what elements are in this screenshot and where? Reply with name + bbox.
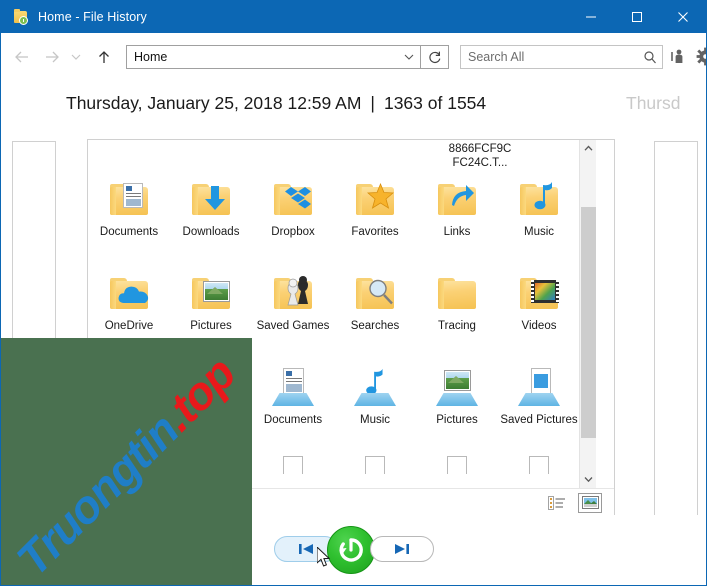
clipped-file-icon [529, 456, 549, 474]
folder-plain-icon [433, 270, 481, 316]
toolbar-icons [663, 43, 706, 71]
folder-onedrive-icon [105, 270, 153, 316]
list-item[interactable]: Favorites [334, 170, 416, 264]
clipped-file-icon [365, 456, 385, 474]
minimize-icon[interactable] [568, 1, 614, 33]
list-item[interactable]: Downloads [170, 170, 252, 264]
item-label: Saved Pictures [500, 414, 578, 426]
help-person-icon[interactable] [663, 43, 691, 71]
folder-favorites-icon [351, 176, 399, 222]
clipped-file-icon [283, 456, 303, 474]
folder-music-icon [515, 176, 563, 222]
folder-downloads-icon [187, 176, 235, 222]
folder-videos-icon [515, 270, 563, 316]
item-label: Downloads [182, 226, 240, 238]
item-label: Documents [99, 226, 159, 238]
list-item[interactable]: Dropbox [252, 170, 334, 264]
list-item[interactable]: Links [416, 170, 498, 264]
list-item[interactable]: Music [334, 358, 416, 454]
forward-arrow-icon[interactable] [39, 44, 65, 70]
folder-pictures-icon [187, 270, 235, 316]
item-label: Dropbox [271, 226, 315, 238]
item-label: Pictures [436, 414, 478, 426]
window-title: Home - File History [38, 10, 147, 24]
details-view-icon[interactable] [545, 493, 569, 513]
watermark-text: Truongtin.top [6, 338, 252, 586]
scroll-up-icon[interactable] [580, 140, 596, 157]
address-chevron-down-icon[interactable] [398, 46, 420, 68]
library-documents-icon [269, 364, 317, 410]
list-item[interactable]: Tracing [416, 264, 498, 358]
address-value: Home [134, 49, 168, 64]
up-arrow-icon[interactable] [91, 44, 117, 70]
next-snapshot-ghost-label: Thursd [626, 93, 681, 113]
chevron-down-icon[interactable] [67, 44, 85, 70]
next-snapshot-card[interactable] [654, 141, 698, 541]
gear-icon[interactable] [691, 43, 706, 71]
restore-icon[interactable] [326, 526, 375, 574]
folder-documents-icon [105, 176, 153, 222]
next-version-icon[interactable] [369, 536, 434, 562]
list-item[interactable]: Videos [498, 264, 580, 358]
item-label: Documents [263, 414, 323, 426]
vertical-scrollbar[interactable] [579, 140, 596, 488]
maximize-icon[interactable] [614, 1, 660, 33]
item-label: Videos [521, 320, 557, 332]
file-history-window: Home - File History Home Search All Thur… [0, 0, 707, 586]
scroll-down-icon[interactable] [580, 471, 596, 488]
library-music-icon [351, 364, 399, 410]
item-label: Favorites [351, 226, 399, 238]
back-arrow-icon[interactable] [9, 44, 35, 70]
refresh-icon[interactable] [421, 44, 449, 69]
item-label: Tracing [438, 320, 476, 332]
watermark-overlay: Truongtin.top [1, 338, 252, 586]
address-bar[interactable]: Home [126, 44, 421, 69]
list-item[interactable]: Pictures [416, 358, 498, 454]
search-input[interactable] [461, 49, 638, 64]
window-controls [568, 1, 706, 33]
search-icon[interactable] [638, 46, 662, 68]
item-label: Searches [350, 320, 400, 332]
close-icon[interactable] [660, 1, 706, 33]
clipped-file-icon [447, 456, 467, 474]
folder-clock-icon [13, 9, 29, 25]
item-label: Music [523, 226, 555, 238]
item-label: Music [359, 414, 391, 426]
header-separator: | [370, 93, 375, 113]
clipped-item-label: 8866FCF9C FC24C.T... [448, 143, 512, 169]
list-item[interactable]: Saved Pictures [498, 358, 580, 454]
snapshot-date: Thursday, January 25, 2018 12:59 AM [66, 93, 362, 113]
navigation-toolbar: Home [1, 33, 706, 81]
search-box[interactable] [460, 44, 663, 69]
scrollbar-thumb[interactable] [581, 207, 596, 438]
snapshot-header-text: Thursday, January 25, 2018 12:59 AM | 1363… [66, 93, 486, 114]
list-item[interactable]: Documents [88, 170, 170, 264]
list-item[interactable]: Music [498, 170, 580, 264]
item-label: OneDrive [104, 320, 154, 332]
item-label: Saved Games [256, 320, 330, 332]
library-pictures-icon [433, 364, 481, 410]
watermark-part-one: Truongtin [6, 403, 189, 586]
item-label: Links [443, 226, 471, 238]
list-item[interactable]: Searches [334, 264, 416, 358]
snapshot-header: Thursday, January 25, 2018 12:59 AM | 1363… [1, 93, 706, 131]
folder-searches-icon [351, 270, 399, 316]
library-saved-pictures-icon [515, 364, 563, 410]
thumbnail-view-icon[interactable] [578, 492, 602, 513]
list-item[interactable]: Documents [252, 358, 334, 454]
title-bar: Home - File History [1, 1, 706, 33]
snapshot-count: 1363 of 1554 [383, 93, 487, 113]
folder-dropbox-icon [269, 176, 317, 222]
item-label: Pictures [190, 320, 232, 332]
folder-links-icon [433, 176, 481, 222]
list-item[interactable]: Saved Games [252, 264, 334, 358]
version-navigator [273, 526, 434, 574]
folder-saved-games-icon [269, 270, 317, 316]
